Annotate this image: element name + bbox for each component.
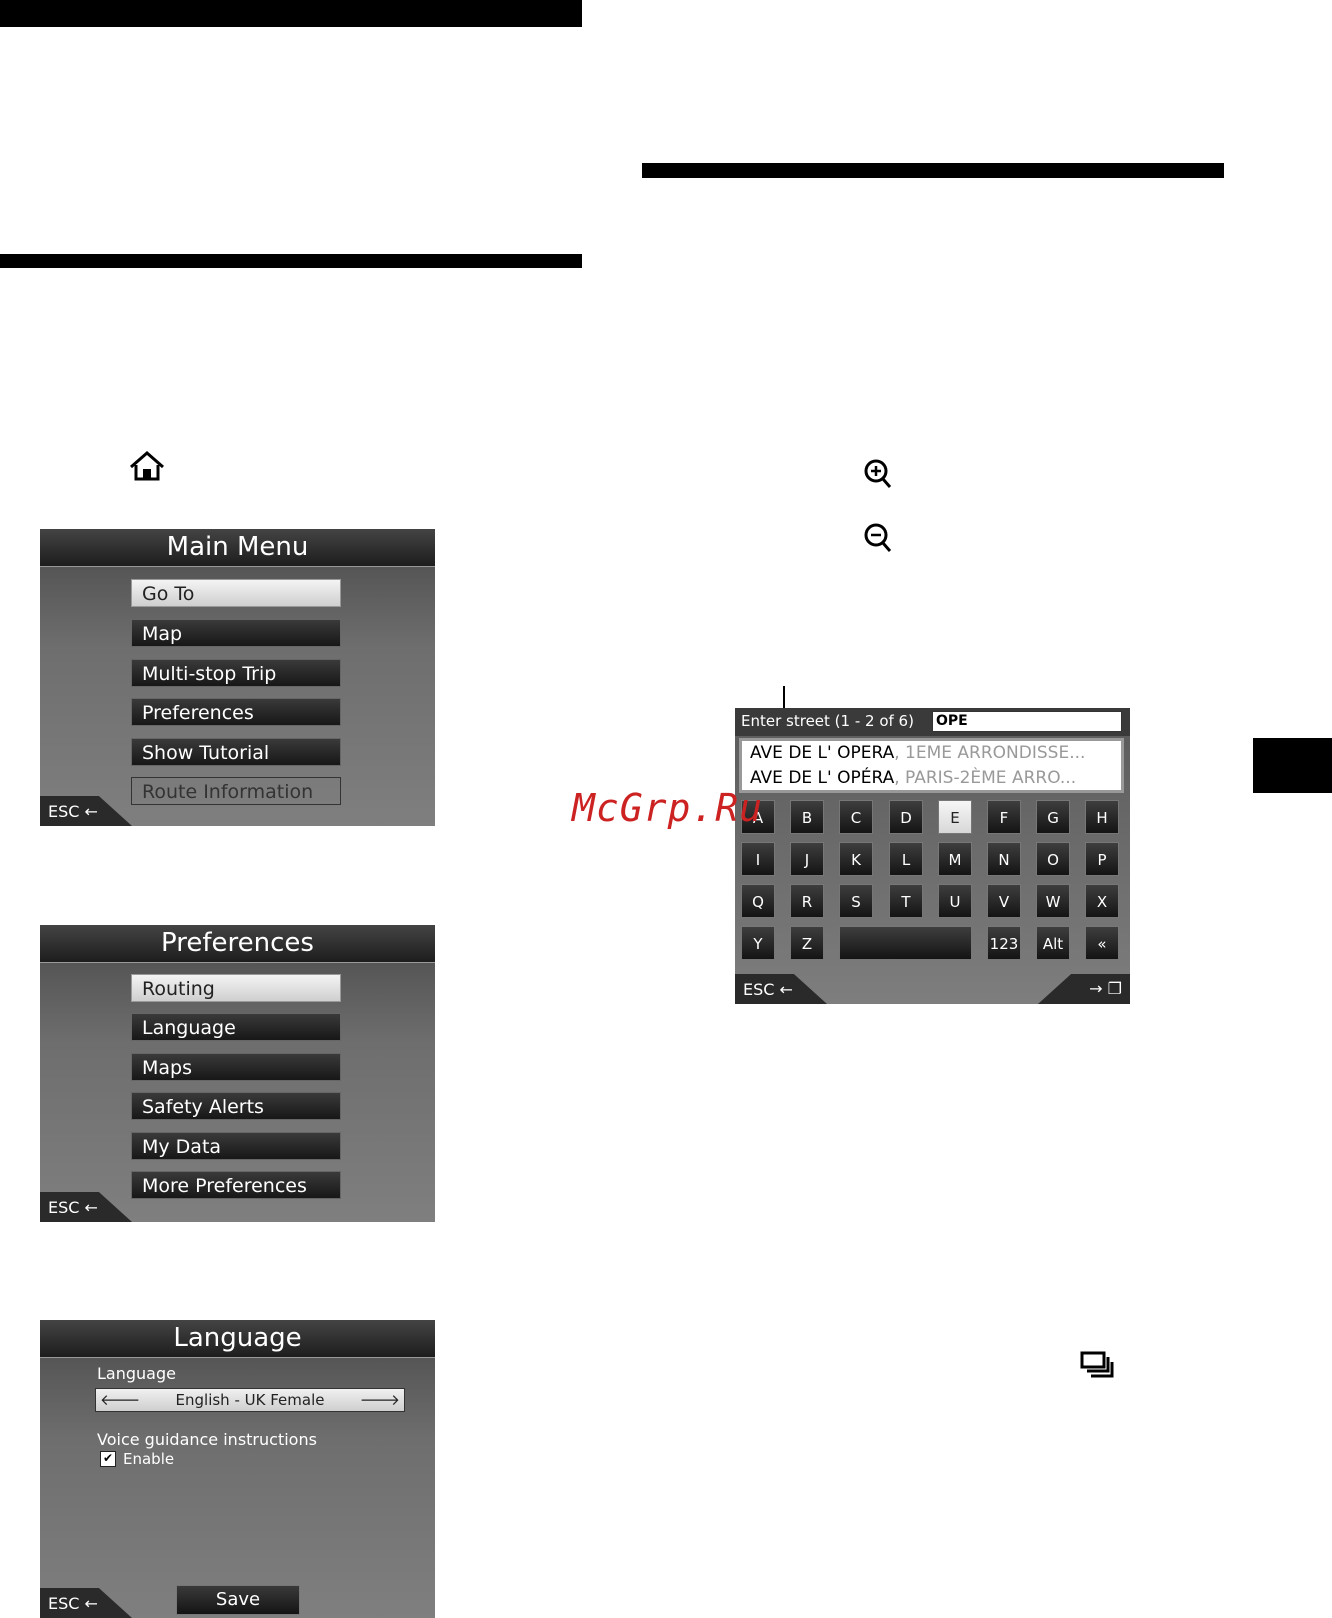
menu-item-multi-stop-trip[interactable]: Multi-stop Trip (131, 659, 341, 687)
esc-label: ESC (48, 802, 80, 821)
menu-item-more-preferences[interactable]: More Preferences (131, 1171, 341, 1199)
key-o[interactable]: O (1036, 842, 1070, 876)
key-i[interactable]: I (741, 842, 775, 876)
key-b[interactable]: B (790, 800, 824, 834)
key-n[interactable]: N (987, 842, 1021, 876)
key-q[interactable]: Q (741, 884, 775, 918)
menu-item-preferences[interactable]: Preferences (131, 698, 341, 726)
result-street: AVE DE L' OPERA (750, 743, 895, 763)
arrow-right-icon: → (1089, 979, 1103, 998)
language-selector[interactable]: 🡐 English - UK Female 🡒 (95, 1388, 405, 1412)
language-title: Language (40, 1320, 435, 1358)
key-v[interactable]: V (987, 884, 1021, 918)
menu-item-show-tutorial[interactable]: Show Tutorial (131, 738, 341, 766)
watermark: McGrp.Ru (572, 786, 764, 830)
key-j[interactable]: J (790, 842, 824, 876)
preferences-screen: Preferences Routing Language Maps Safety… (40, 925, 435, 1222)
menu-item-go-to[interactable]: Go To (131, 579, 341, 607)
arrow-right-icon[interactable]: 🡒 (360, 1389, 400, 1411)
voice-guidance-label: Voice guidance instructions (97, 1430, 317, 1449)
key-x[interactable]: X (1085, 884, 1119, 918)
space-key[interactable] (839, 926, 972, 960)
save-button[interactable]: Save (176, 1585, 300, 1615)
key-y[interactable]: Y (741, 926, 775, 960)
list-view-icon (1080, 1351, 1114, 1378)
key-p[interactable]: P (1085, 842, 1119, 876)
enable-label: Enable (123, 1450, 175, 1468)
menu-item-routing[interactable]: Routing (131, 974, 341, 1002)
chapter-tab (1253, 738, 1332, 793)
home-icon (130, 451, 164, 481)
list-results-button[interactable]: → ❐ (1038, 974, 1130, 1004)
key-d[interactable]: D (889, 800, 923, 834)
result-street: AVE DE L' OPÉRA (750, 768, 895, 788)
key-l[interactable]: L (889, 842, 923, 876)
zoom-in-icon (864, 459, 892, 488)
key-r[interactable]: R (790, 884, 824, 918)
language-value: English - UK Female (175, 1391, 325, 1409)
esc-label: ESC (48, 1594, 80, 1613)
key-alt[interactable]: Alt (1036, 926, 1070, 960)
street-keyboard-screen: Enter street (1 - 2 of 6) OPE AVE DE L' … (735, 708, 1130, 1004)
result-area: , 1EME ARRONDISSE... (894, 743, 1086, 763)
menu-item-route-information[interactable]: Route Information (131, 777, 341, 805)
section-bar-left (0, 254, 582, 268)
key-123[interactable]: 123 (987, 926, 1021, 960)
list-item[interactable]: AVE DE L' OPERA, 1EME ARRONDISSE... (750, 743, 1085, 763)
street-input[interactable]: OPE (932, 711, 1122, 732)
key-z[interactable]: Z (790, 926, 824, 960)
esc-label: ESC (743, 980, 775, 999)
preferences-title: Preferences (40, 925, 435, 963)
main-menu-title: Main Menu (40, 529, 435, 567)
menu-item-map[interactable]: Map (131, 619, 341, 647)
key-m[interactable]: M (938, 842, 972, 876)
list-view-icon: ❐ (1107, 979, 1122, 998)
key-u[interactable]: U (938, 884, 972, 918)
key-k[interactable]: K (839, 842, 873, 876)
arrow-left-icon[interactable]: 🡐 (100, 1389, 140, 1411)
enable-checkbox[interactable]: ✔ (100, 1451, 116, 1467)
result-area: , PARIS-2ÈME ARRO... (894, 768, 1077, 788)
esc-button[interactable]: ESC ← (40, 796, 132, 826)
main-menu-screen: Main Menu Go To Map Multi-stop Trip Pref… (40, 529, 435, 826)
key-h[interactable]: H (1085, 800, 1119, 834)
street-prompt: Enter street (1 - 2 of 6) (741, 712, 914, 730)
key-t[interactable]: T (889, 884, 923, 918)
esc-button[interactable]: ESC ← (40, 1192, 132, 1222)
language-screen: Language Language 🡐 English - UK Female … (40, 1320, 435, 1618)
key-g[interactable]: G (1036, 800, 1070, 834)
list-item[interactable]: AVE DE L' OPÉRA, PARIS-2ÈME ARRO... (750, 768, 1076, 788)
menu-item-my-data[interactable]: My Data (131, 1132, 341, 1160)
menu-item-language[interactable]: Language (131, 1013, 341, 1041)
backspace-key[interactable]: « (1085, 926, 1119, 960)
menu-item-safety-alerts[interactable]: Safety Alerts (131, 1092, 341, 1120)
esc-button[interactable]: ESC ← (735, 974, 827, 1004)
esc-button[interactable]: ESC ← (40, 1588, 132, 1618)
key-f[interactable]: F (987, 800, 1021, 834)
key-s[interactable]: S (839, 884, 873, 918)
top-left-bar (0, 0, 582, 27)
menu-item-maps[interactable]: Maps (131, 1053, 341, 1081)
section-bar-right (642, 163, 1224, 178)
key-w[interactable]: W (1036, 884, 1070, 918)
key-c[interactable]: C (839, 800, 873, 834)
esc-label: ESC (48, 1198, 80, 1217)
language-field-label: Language (97, 1364, 176, 1383)
results-list: AVE DE L' OPERA, 1EME ARRONDISSE... AVE … (739, 738, 1124, 793)
key-e[interactable]: E (938, 800, 972, 834)
zoom-out-icon (864, 523, 892, 552)
